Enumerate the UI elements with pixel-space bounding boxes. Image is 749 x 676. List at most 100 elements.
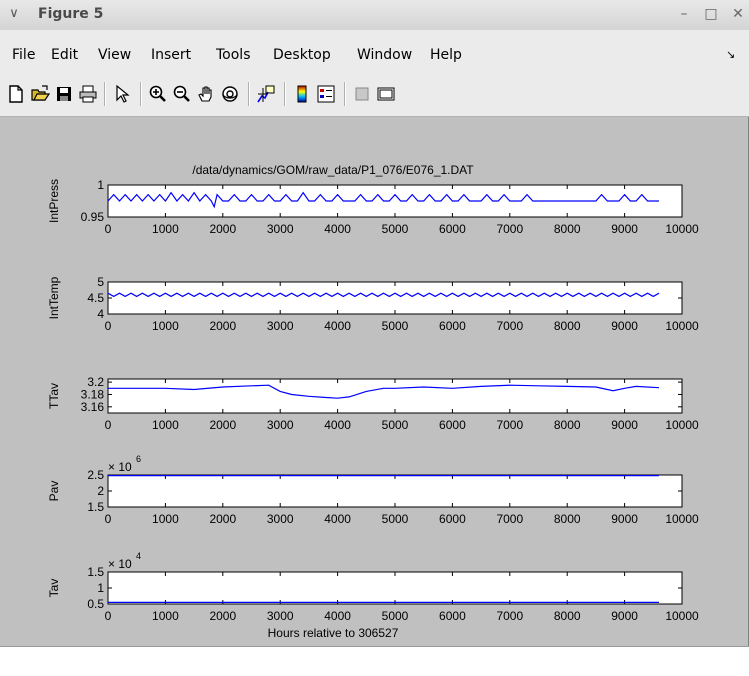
x-tick-label: 5000: [382, 222, 409, 236]
y-tick-label: 2.5: [87, 468, 104, 482]
y-axis-label: Pav: [47, 481, 61, 502]
subplot-4: 0 1000 2000 3000 4000 5000 6000 7000 8000 9000 100…: [47, 454, 699, 526]
x-tick-label: 8000: [554, 512, 581, 526]
x-tick-label: 0: [105, 418, 112, 432]
maximize-icon[interactable]: □: [704, 7, 718, 21]
x-tick-label: 7000: [496, 222, 523, 236]
zoom-out-icon[interactable]: [172, 84, 192, 104]
y-tick-label: 0.95: [81, 210, 105, 224]
x-tick-label: 0: [105, 512, 112, 526]
y-tick-label: 4: [97, 307, 104, 321]
x-tick-label: 10000: [665, 222, 699, 236]
x-tick-label: 1000: [152, 418, 179, 432]
x-tick-label: 8000: [554, 222, 581, 236]
x-tick-label: 4000: [324, 609, 351, 623]
x-tick-label: 4000: [324, 319, 351, 333]
y-tick-label: 1.5: [87, 565, 104, 579]
x-tick-label: 8000: [554, 418, 581, 432]
close-icon[interactable]: ✕: [731, 7, 745, 21]
x-tick-label: 7000: [496, 418, 523, 432]
new-figure-icon[interactable]: [6, 84, 26, 104]
y-exponent-label: × 10: [108, 460, 132, 474]
pan-hand-icon[interactable]: [196, 84, 216, 104]
y-tick-label: 2: [97, 484, 104, 498]
open-file-icon[interactable]: [30, 84, 50, 104]
select-arrow-icon[interactable]: [112, 84, 132, 104]
x-tick-label: 1000: [152, 609, 179, 623]
figure-window: ∨ Figure 5 – □ ✕ File Edit View Insert T…: [0, 0, 749, 676]
x-tick-label: 7000: [496, 609, 523, 623]
menu-edit[interactable]: Edit: [51, 47, 78, 63]
toolbar-separator: [284, 82, 286, 106]
data-cursor-icon[interactable]: [256, 84, 276, 104]
x-tick-label: 4000: [324, 222, 351, 236]
y-tick-label: 3.2: [87, 375, 104, 389]
x-tick-label: 5000: [382, 609, 409, 623]
y-axis-label: Tav: [47, 579, 61, 598]
menu-bar: File Edit View Insert Tools Desktop Wind…: [0, 30, 749, 73]
x-tick-label: 3000: [267, 609, 294, 623]
x-tick-label: 6000: [439, 319, 466, 333]
y-exponent: 6: [136, 454, 141, 464]
toolbar-separator: [104, 82, 106, 106]
x-tick-label: 3000: [267, 319, 294, 333]
zoom-in-icon[interactable]: [148, 84, 168, 104]
y-tick-label: 1.5: [87, 500, 104, 514]
x-tick-label: 4000: [324, 418, 351, 432]
window-menu-icon[interactable]: ∨: [6, 6, 22, 22]
y-axis-label: TTav: [47, 383, 61, 409]
x-axis-label: Hours relative to 306527: [268, 626, 399, 640]
menu-desktop[interactable]: Desktop: [273, 47, 331, 63]
x-tick-label: 6000: [439, 512, 466, 526]
menu-file[interactable]: File: [12, 47, 35, 63]
y-exponent: 4: [136, 551, 141, 561]
colorbar-icon[interactable]: [292, 84, 312, 104]
x-tick-label: 9000: [611, 609, 638, 623]
x-tick-label: 6000: [439, 609, 466, 623]
toolbar: [0, 72, 749, 117]
x-tick-label: 8000: [554, 319, 581, 333]
hide-plot-tools-icon[interactable]: [352, 84, 372, 104]
minimize-icon[interactable]: –: [677, 7, 691, 21]
menu-tools[interactable]: Tools: [216, 47, 251, 63]
title-bar: ∨ Figure 5 – □ ✕: [0, 0, 749, 31]
figure-plots: /data/dynamics/GOM/raw_data/P1_076/E076_…: [47, 163, 699, 640]
y-tick-label: 5: [97, 275, 104, 289]
x-tick-label: 1000: [152, 222, 179, 236]
x-tick-label: 9000: [611, 222, 638, 236]
print-icon[interactable]: [78, 84, 98, 104]
window-title: Figure 5: [38, 6, 104, 22]
show-plot-tools-icon[interactable]: [376, 84, 396, 104]
x-tick-label: 10000: [665, 512, 699, 526]
x-tick-label: 2000: [209, 609, 236, 623]
menu-window[interactable]: Window: [357, 47, 412, 63]
y-tick-label: 3.18: [81, 387, 105, 401]
menu-view[interactable]: View: [98, 47, 131, 63]
rotate-3d-icon[interactable]: [220, 84, 240, 104]
menu-insert[interactable]: Insert: [151, 47, 191, 63]
toolbar-separator: [344, 82, 346, 106]
x-tick-label: 8000: [554, 609, 581, 623]
figure-canvas: /data/dynamics/GOM/raw_data/P1_076/E076_…: [8, 117, 741, 645]
subplot-5: 0 1000 2000 3000 4000 5000 6000 7000 8000 9000 100…: [47, 551, 699, 623]
x-tick-label: 3000: [267, 512, 294, 526]
save-icon[interactable]: [54, 84, 74, 104]
menu-dock-icon[interactable]: ↘: [726, 48, 735, 61]
x-tick-label: 5000: [382, 319, 409, 333]
x-tick-label: 2000: [209, 512, 236, 526]
x-tick-label: 0: [105, 319, 112, 333]
toolbar-separator: [248, 82, 250, 106]
x-tick-label: 1000: [152, 512, 179, 526]
x-tick-label: 5000: [382, 418, 409, 432]
x-tick-label: 9000: [611, 418, 638, 432]
legend-icon[interactable]: [316, 84, 336, 104]
axes-box: [107, 571, 683, 605]
x-tick-label: 10000: [665, 609, 699, 623]
axes-box: [107, 474, 683, 508]
x-tick-label: 10000: [665, 319, 699, 333]
axes-box: [107, 378, 683, 414]
subplot-3: 0 1000 2000 3000 4000 5000 6000 7000 8000 9000 100…: [47, 375, 699, 432]
menu-help[interactable]: Help: [430, 47, 462, 63]
x-tick-label: 9000: [611, 512, 638, 526]
x-tick-label: 4000: [324, 512, 351, 526]
